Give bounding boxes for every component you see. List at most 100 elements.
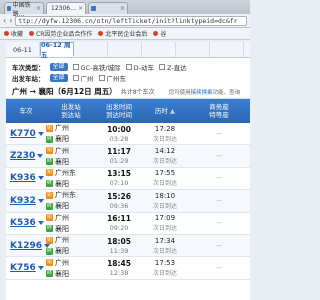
bookmark-item[interactable]: 北平民企业会后 — [98, 29, 147, 38]
select-all-button[interactable]: 全部 — [49, 62, 68, 71]
transfer-tip: 您可使用接续换乘功能，查询 — [169, 88, 241, 96]
time-cell: 13:15 07:10 — [96, 169, 142, 187]
departure-station: 始广州 — [46, 235, 96, 245]
bookmark-item[interactable]: 谷 — [153, 29, 166, 38]
train-number-link[interactable]: K936 — [10, 173, 36, 183]
bookmark-label: 收藏 — [11, 31, 24, 38]
filter-checkbox[interactable]: 广州东 — [98, 73, 127, 83]
chevron-down-icon[interactable] — [37, 266, 44, 271]
station-name: 襄阳 — [55, 247, 69, 256]
select-all-button[interactable]: 全部 — [49, 73, 68, 82]
header-line: 特等座 — [209, 111, 229, 119]
column-header-station[interactable]: 出发站 到达站 — [46, 103, 96, 119]
station-name: 广州 — [55, 258, 69, 267]
date-tab[interactable] — [210, 42, 244, 57]
station-name: 襄阳 — [55, 179, 69, 188]
train-number-link[interactable]: K770 — [10, 129, 36, 139]
chevron-down-icon[interactable] — [37, 176, 44, 181]
checkbox-icon — [72, 63, 79, 70]
arrival-time: 09:36 — [109, 201, 129, 210]
close-icon[interactable]: × — [36, 5, 41, 12]
browser-tab-1[interactable]: 12306… × — [46, 2, 86, 14]
chevron-down-icon[interactable] — [37, 131, 44, 136]
column-header-train[interactable]: 车次 — [6, 107, 46, 115]
header-line: 历时 — [154, 107, 168, 115]
date-tab[interactable] — [142, 42, 176, 57]
chevron-down-icon[interactable] — [37, 221, 44, 226]
duration-cell: 14:12 次日到达 — [142, 147, 188, 165]
forward-arrow-icon[interactable]: › — [9, 16, 12, 25]
arrival-time: 11:39 — [109, 246, 129, 255]
bookmark-item[interactable]: 收藏 — [4, 29, 23, 38]
checkbox-label: 广州东 — [106, 74, 127, 83]
departure-station: 始广州 — [46, 258, 96, 268]
start-station-icon: 始 — [46, 124, 53, 132]
bookmark-item[interactable]: CR因劳企业品合作作 — [29, 29, 92, 38]
train-cell: K756 — [6, 263, 46, 273]
close-icon[interactable]: × — [78, 5, 83, 12]
date-tab[interactable] — [176, 42, 210, 57]
url-input[interactable]: ttp://dyfw.12306.cn/otn/leftTicket/init?… — [15, 15, 247, 26]
table-row[interactable]: K936 始广州东终襄阳 13:15 07:10 17:55 次日到达 -- — [6, 167, 250, 191]
tip-text: 您可使用 — [168, 89, 191, 96]
train-count: 共计8个车次 — [120, 89, 155, 96]
browser-tab-2[interactable]: × — [88, 2, 128, 14]
date-tab[interactable] — [108, 42, 142, 57]
address-bar: ‹ › ttp://dyfw.12306.cn/otn/leftTicket/i… — [0, 14, 250, 28]
end-station-icon: 终 — [46, 202, 53, 210]
column-header-duration[interactable]: 历时 ▲ — [142, 107, 188, 115]
date-tab-selected[interactable]: 06-12 周五 — [40, 42, 74, 59]
back-arrow-icon[interactable]: ‹ — [3, 16, 6, 25]
time-cell: 18:05 11:39 — [96, 237, 142, 255]
train-number-link[interactable]: K536 — [10, 218, 36, 228]
station-filter: 出发车站： 全部 广州 广州东 — [12, 72, 244, 83]
train-type-filter: 车次类型： 全部 GC-高铁/城际 D-动车 Z-直达 — [12, 61, 244, 72]
table-row[interactable]: K536 始广州终襄阳 16:11 09:20 17:09 次日到达 -- — [6, 212, 250, 235]
station-name: 广州 — [55, 124, 69, 133]
departure-station: 始广州东 — [46, 190, 96, 200]
table-row[interactable]: K932 始广州东终襄阳 15:26 09:36 18:10 次日到达 -- — [6, 190, 250, 213]
time-cell: 18:45 12:38 — [96, 259, 142, 277]
chevron-down-icon[interactable] — [37, 154, 44, 159]
favicon-icon — [7, 6, 11, 11]
station-name: 襄阳 — [55, 157, 69, 166]
arrival-day: 次日到达 — [152, 202, 177, 210]
train-number-link[interactable]: Z230 — [10, 151, 35, 161]
filter-checkbox[interactable]: D-动车 — [125, 62, 154, 72]
train-number-link[interactable]: K1296 — [10, 241, 42, 251]
train-number-link[interactable]: K756 — [10, 263, 36, 273]
browser-tab-0[interactable]: 中国铁路… × — [4, 2, 44, 18]
transfer-link[interactable]: 接续换乘 — [191, 90, 213, 96]
table-row[interactable]: K770 始广州终襄阳 10:00 03:28 17:28 次日到达 -- — [6, 123, 250, 146]
close-icon[interactable]: × — [120, 5, 125, 12]
duration-value: 17:53 — [154, 259, 176, 268]
column-header-time[interactable]: 出发时间 到达时间 — [96, 103, 142, 119]
time-cell: 11:17 01:29 — [96, 147, 142, 165]
duration-cell: 17:34 次日到达 — [142, 237, 188, 255]
start-station-icon: 始 — [46, 169, 53, 177]
arrival-day: 次日到达 — [152, 225, 177, 233]
station-name: 襄阳 — [55, 202, 69, 211]
chevron-down-icon[interactable] — [37, 198, 44, 203]
filter-label: 出发车站： — [12, 74, 45, 83]
date-tab[interactable] — [74, 42, 108, 57]
departure-station: 始广州东 — [46, 168, 96, 178]
start-station-icon: 始 — [46, 147, 53, 155]
end-station-icon: 终 — [46, 247, 53, 255]
station-name: 襄阳 — [55, 135, 69, 144]
duration-value: 17:28 — [154, 124, 176, 133]
table-row[interactable]: K1296 始广州终襄阳 18:05 11:39 17:34 次日到达 -- — [6, 234, 250, 258]
station-cell: 始广州东终襄阳 — [46, 190, 96, 211]
filter-checkbox[interactable]: GC-高铁/城际 — [72, 62, 121, 72]
train-number-link[interactable]: K932 — [10, 196, 36, 206]
table-row[interactable]: K756 始广州终襄阳 18:45 12:38 17:53 次日到达 -- — [6, 257, 250, 280]
favicon-icon — [91, 6, 96, 11]
table-row[interactable]: Z230 始广州终襄阳 11:17 01:29 14:12 次日到达 -- — [6, 145, 250, 168]
checkbox-label: GC-高铁/城际 — [80, 63, 121, 72]
browser-tab-label: 中国铁路… — [12, 1, 31, 18]
departure-station: 始广州 — [46, 213, 96, 223]
date-tab[interactable]: 06-11 — [6, 42, 40, 57]
filter-checkbox[interactable]: Z-直达 — [159, 62, 187, 72]
filter-checkbox[interactable]: 广州 — [72, 73, 94, 83]
train-cell: K1296 — [6, 241, 51, 251]
